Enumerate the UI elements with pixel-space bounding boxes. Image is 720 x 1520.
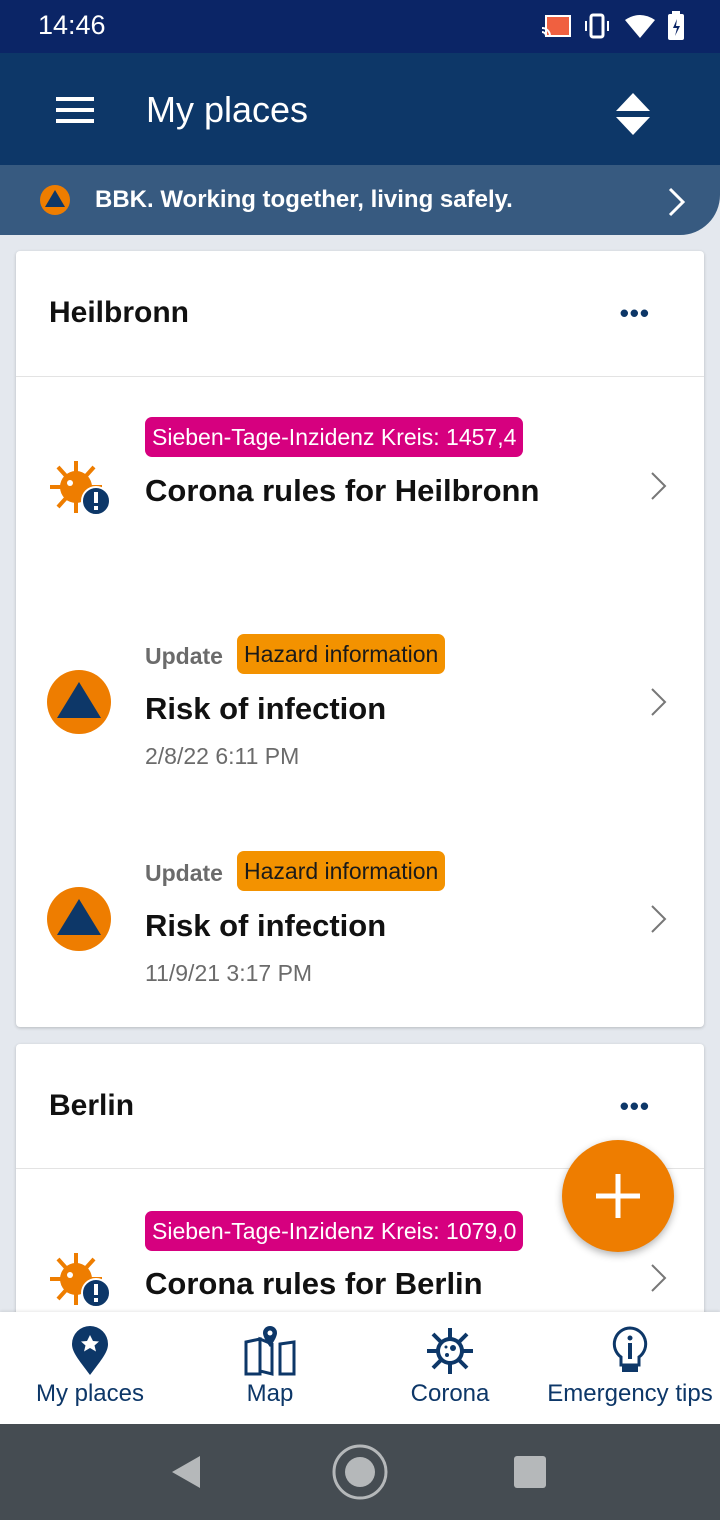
place-name: Berlin [49,1089,135,1122]
vibrate-icon [585,13,609,39]
home-icon[interactable] [332,1444,388,1500]
wifi-icon [625,15,655,38]
item-date: 11/9/21 3:17 PM [145,960,313,986]
list-item-corona-rules[interactable]: Sieben-Tage-Inzidenz Kreis: 1457,4 Coron… [16,377,704,587]
nav-emergency-tips[interactable]: Emergency tips [540,1312,720,1424]
place-card-heilbronn: Heilbronn ••• Sieben-Tage-Inzidenz Kreis… [16,251,704,1027]
system-navigation-bar [0,1424,720,1520]
banner-text: BBK. Working together, living safely. [95,186,513,213]
status-bar: 14:46 [0,0,720,53]
recents-icon[interactable] [514,1456,546,1488]
status-time: 14:46 [38,10,106,40]
corona-warning-icon [50,1253,111,1308]
battery-charging-icon [668,11,684,40]
more-options-button[interactable]: ••• [620,298,650,329]
nav-my-places[interactable]: My places [0,1312,180,1424]
lightbulb-icon [612,1326,648,1372]
chevron-right-icon [651,688,667,716]
bottom-navigation: My places Map Corona Emergency tips [0,1312,720,1424]
list-item-warning[interactable]: Update Hazard information Risk of infect… [16,621,704,791]
chevron-right-icon [651,472,667,500]
map-icon [244,1326,296,1376]
chevron-right-icon [651,1264,667,1292]
back-icon[interactable] [172,1456,202,1488]
bbk-banner[interactable]: BBK. Working together, living safely. [0,165,720,235]
incidence-badge: Sieben-Tage-Inzidenz Kreis: 1079,0 [145,1211,524,1251]
item-title: Risk of infection [145,691,387,726]
cast-icon [541,15,571,37]
hazard-badge: Hazard information [237,634,446,674]
hazard-badge: Hazard information [237,851,446,891]
bbk-logo-icon [40,185,70,215]
item-date: 2/8/22 6:11 PM [145,743,300,769]
sort-icon[interactable] [616,93,650,135]
map-pin-star-icon [72,1326,108,1375]
update-label: Update [145,860,223,886]
list-item-warning[interactable]: Update Hazard information Risk of infect… [16,838,704,1008]
incidence-badge: Sieben-Tage-Inzidenz Kreis: 1457,4 [145,417,524,457]
nav-label: Map [246,1380,294,1407]
app-bar: My places [0,53,720,165]
item-title: Risk of infection [145,908,387,943]
more-options-button[interactable]: ••• [620,1091,650,1122]
nav-label: My places [35,1380,145,1407]
hazard-warning-icon [47,887,111,951]
item-title: Corona rules for Heilbronn [145,473,540,508]
corona-virus-icon [427,1328,473,1374]
place-name: Heilbronn [49,296,189,329]
chevron-right-icon [651,905,667,933]
nav-label: Corona [410,1380,490,1407]
add-place-button[interactable] [562,1140,674,1252]
corona-warning-icon [50,461,111,516]
chevron-right-icon [668,187,686,217]
hazard-warning-icon [47,670,111,734]
item-title: Corona rules for Berlin [145,1266,483,1301]
hamburger-menu-icon[interactable] [56,97,94,123]
update-label: Update [145,643,223,669]
plus-icon [596,1174,640,1218]
nav-map[interactable]: Map [180,1312,360,1424]
page-title: My places [146,89,309,130]
nav-label: Emergency tips [547,1380,713,1407]
nav-corona[interactable]: Corona [360,1312,540,1424]
